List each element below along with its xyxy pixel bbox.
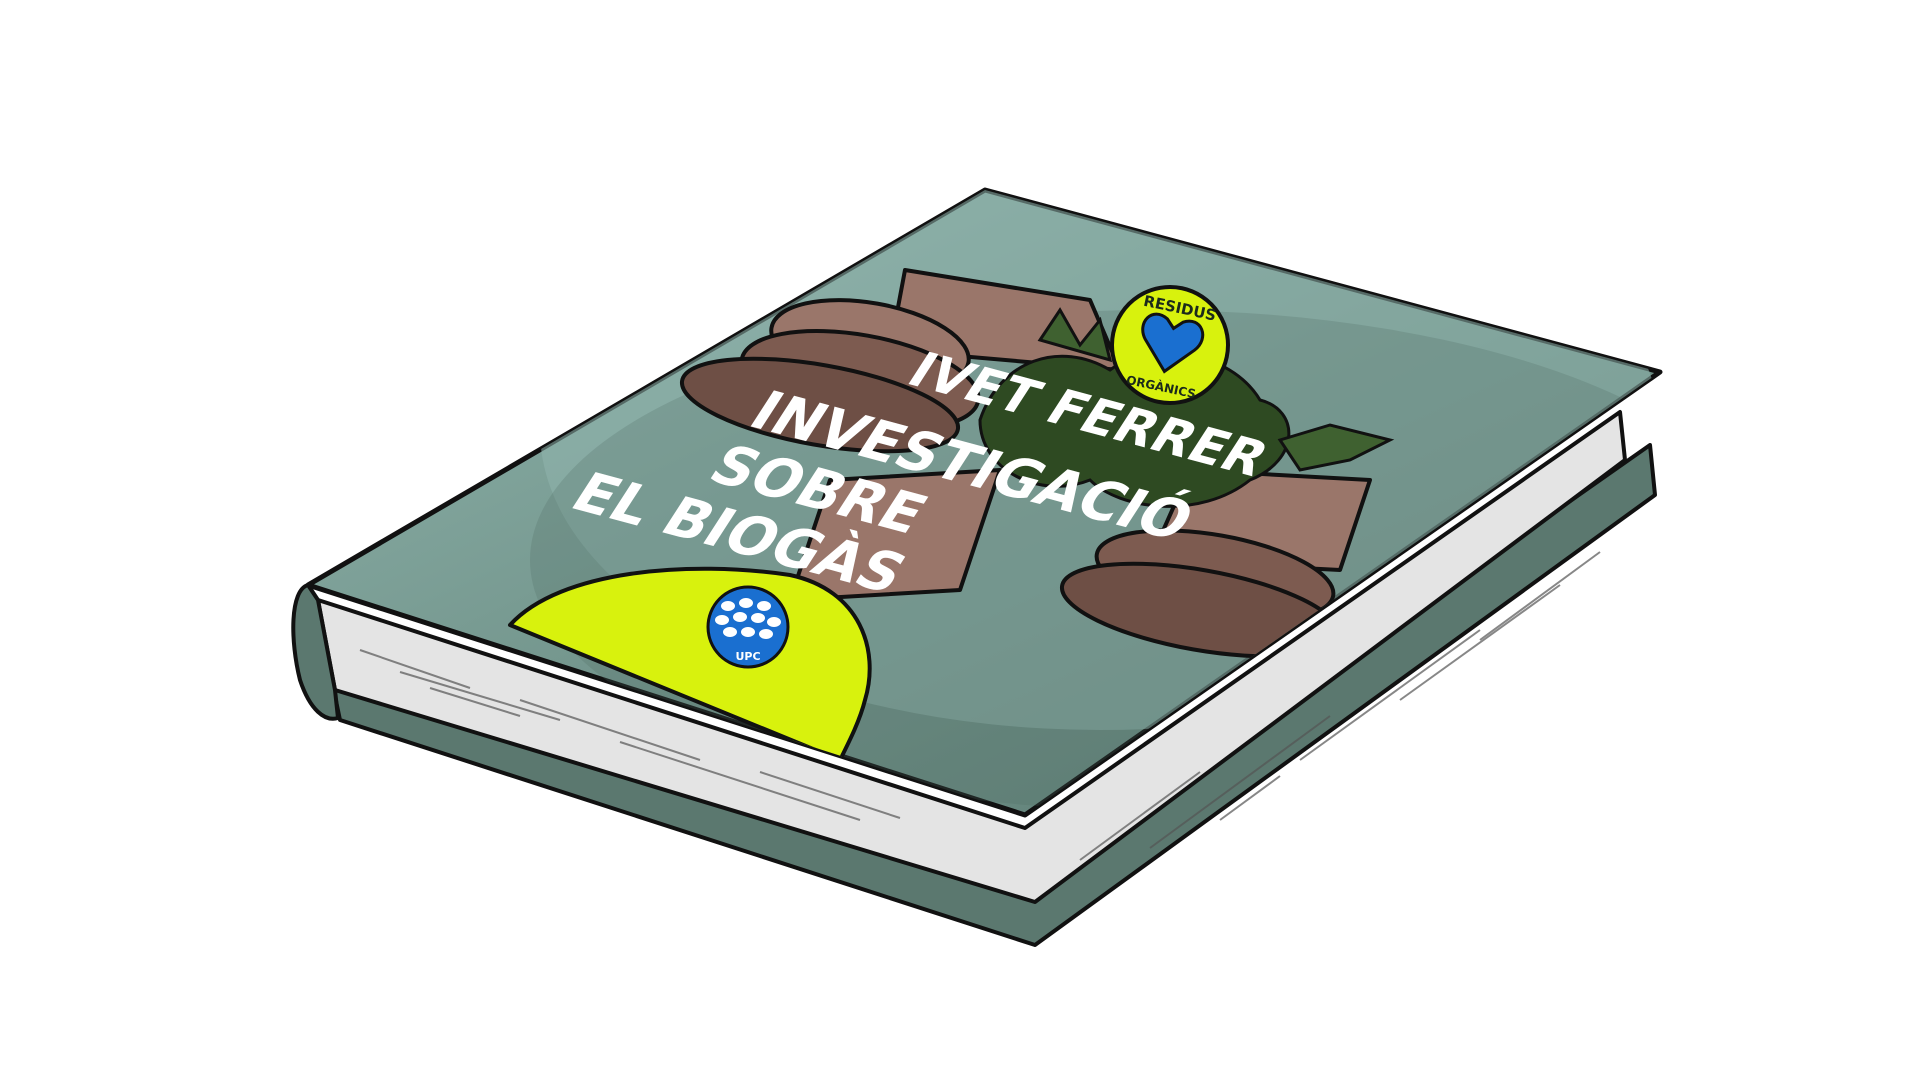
illustration-stage: UPC RESIDUS ORGÀNICS IVET FERRER INVESTI… [0, 0, 1920, 1080]
book-illustration: UPC RESIDUS ORGÀNICS IVET FERRER INVESTI… [291, 187, 1663, 947]
svg-text:UPC: UPC [735, 650, 760, 663]
upc-logo: UPC [706, 585, 790, 669]
